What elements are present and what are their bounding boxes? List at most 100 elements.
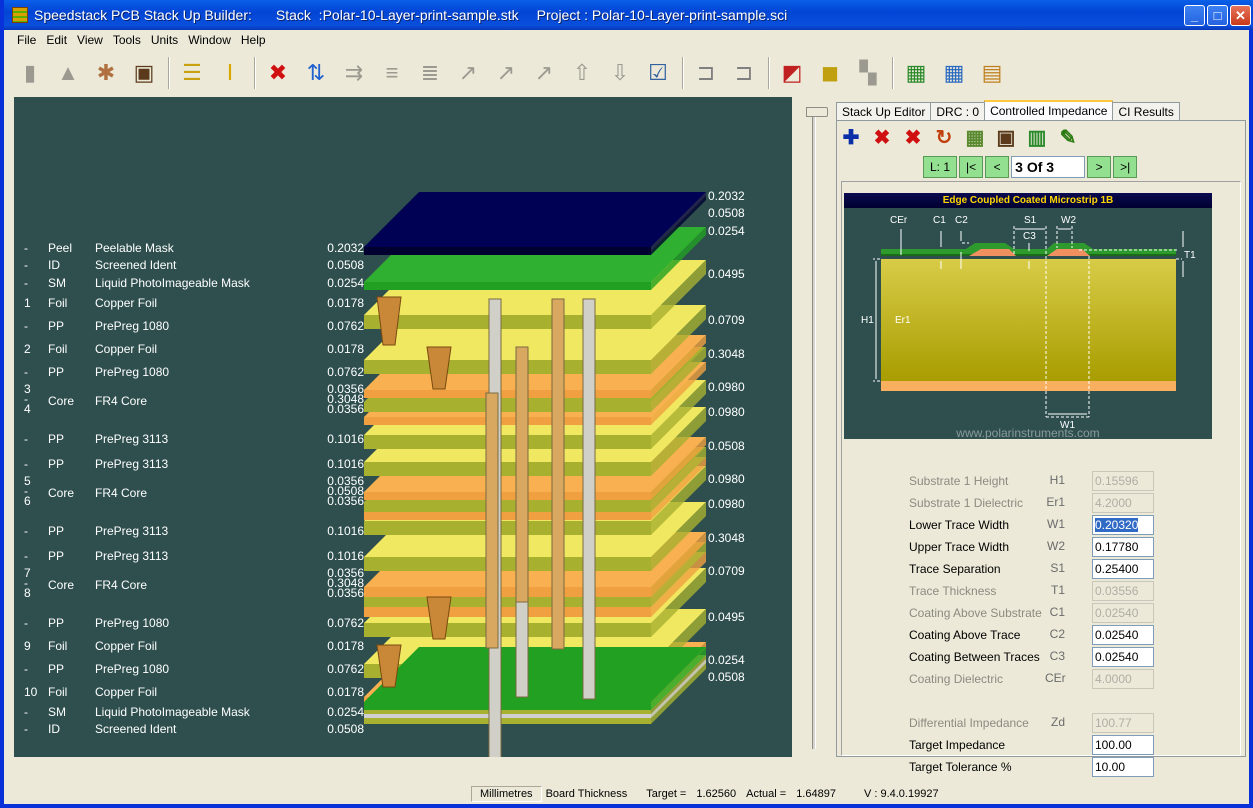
param-input[interactable]: 0.25400 <box>1092 559 1154 579</box>
menu-edit[interactable]: Edit <box>41 33 72 47</box>
layer-row[interactable]: - PP PrePreg 1080 0.0762 <box>14 365 374 379</box>
next-button[interactable]: > <box>1087 156 1112 178</box>
param-input[interactable]: 100.00 <box>1092 735 1154 755</box>
layer-shape-icon[interactable]: ≡ <box>376 57 408 89</box>
layer-row[interactable]: - ID Screened Ident 0.0508 <box>14 722 374 736</box>
layer-row-core[interactable]: 7-8 Core FR4 Core 0.0356 0.3048 0.0356 <box>14 567 374 604</box>
view-2d-icon[interactable]: ◩ <box>776 57 808 89</box>
layer-row[interactable]: - PP PrePreg 3113 0.1016 <box>14 524 374 538</box>
layer-row[interactable]: - Peel Peelable Mask 0.2032 <box>14 241 374 255</box>
close-button[interactable]: ✕ <box>1230 5 1251 26</box>
refresh-icon[interactable]: ↻ <box>932 125 956 149</box>
move-up-icon[interactable]: ⇧ <box>566 57 598 89</box>
vitruvian-man-icon[interactable]: ✱ <box>90 57 122 89</box>
menu-tools[interactable]: Tools <box>108 33 146 47</box>
tab-ci-results[interactable]: CI Results <box>1112 102 1180 122</box>
layer-thickness: 0.0762 <box>327 365 364 379</box>
param-input[interactable]: 10.00 <box>1092 757 1154 777</box>
move-down-icon[interactable]: ⇩ <box>604 57 636 89</box>
new-document-icon[interactable]: ▮ <box>14 57 46 89</box>
add-via-icon[interactable]: Ⅰ <box>214 57 246 89</box>
microvia <box>426 346 452 390</box>
frame-icon[interactable]: ▣ <box>994 125 1018 149</box>
menu-file[interactable]: File <box>12 33 41 47</box>
menu-view[interactable]: View <box>72 33 108 47</box>
menu-units[interactable]: Units <box>146 33 183 47</box>
layer-button[interactable]: L: 1 <box>923 156 958 178</box>
param-label: Trace Thickness <box>909 584 997 598</box>
arrow-diag2-icon[interactable]: ↗ <box>490 57 522 89</box>
layer-row[interactable]: - PP PrePreg 3113 0.1016 <box>14 457 374 471</box>
maximize-button[interactable]: □ <box>1207 5 1228 26</box>
param-input[interactable]: 0.02540 <box>1092 625 1154 645</box>
menu-window[interactable]: Window <box>183 33 236 47</box>
goal-seek-icon[interactable]: ▥ <box>1025 125 1049 149</box>
layer-row[interactable]: - PP PrePreg 3113 0.1016 <box>14 549 374 563</box>
layer-number: - <box>24 616 28 630</box>
layer-type: SM <box>48 705 66 719</box>
delete-icon[interactable]: ✖ <box>262 57 294 89</box>
param-input: 4.2000 <box>1092 493 1154 513</box>
param-row-c1: Coating Above Substrate C1 0.02540 <box>909 603 1239 623</box>
view-3d-icon[interactable]: ◼ <box>814 57 846 89</box>
clamp-compress-icon[interactable]: ⊐ <box>690 57 722 89</box>
calculate-icon[interactable]: ✎ <box>1056 125 1080 149</box>
units-indicator[interactable]: Millimetres <box>471 786 542 802</box>
layer-row-core[interactable]: 3-4 Core FR4 Core 0.0356 0.3048 0.0356 <box>14 383 374 420</box>
first-button[interactable]: |< <box>959 156 984 178</box>
tab-drc-0[interactable]: DRC : 0 <box>930 102 986 122</box>
microvia <box>426 596 452 640</box>
thickness-label: 0.2032 <box>708 189 745 203</box>
param-input[interactable]: 0.20320 <box>1092 515 1154 535</box>
stackup-view[interactable]: - Peel Peelable Mask 0.2032 - ID Screened Iden… <box>14 97 792 757</box>
delete-structure-icon[interactable]: ✖ <box>870 125 894 149</box>
clamp-expand-icon[interactable]: ⊐ <box>728 57 760 89</box>
w2-label: W2 <box>1061 215 1076 226</box>
param-symbol: C1 <box>1049 605 1065 619</box>
prev-button[interactable]: < <box>985 156 1010 178</box>
thickness-label: 0.3048 <box>708 347 745 361</box>
wizard-hat-icon[interactable]: ▲ <box>52 57 84 89</box>
layer-type: Core <box>48 578 75 592</box>
layer-type: PP <box>48 432 65 446</box>
puzzle-icon[interactable]: ▚ <box>852 57 884 89</box>
add-layer-icon[interactable]: ☰ <box>176 57 208 89</box>
layer-shape2-icon[interactable]: ≣ <box>414 57 446 89</box>
param-input[interactable]: 0.17780 <box>1092 537 1154 557</box>
spreadsheet-icon[interactable]: ▤ <box>976 57 1008 89</box>
arrow-diag3-icon[interactable]: ↗ <box>528 57 560 89</box>
splitter-thumb[interactable] <box>806 107 828 117</box>
param-input[interactable]: 0.02540 <box>1092 647 1154 667</box>
layer-row[interactable]: - PP PrePreg 3113 0.1016 <box>14 432 374 446</box>
tab-strip: Stack Up Editor DRC : 0 Controlled Impedan… <box>836 100 1180 122</box>
toolbar-separator <box>168 57 170 89</box>
layer-row[interactable]: - SM Liquid PhotoImageable Mask 0.0254 <box>14 276 374 290</box>
layer-row[interactable]: - PP PrePreg 1080 0.0762 <box>14 662 374 676</box>
swap-layers-icon[interactable]: ⇅ <box>300 57 332 89</box>
minimize-button[interactable]: _ <box>1184 5 1205 26</box>
structure-thumbnail-icon[interactable]: ▦ <box>963 125 987 149</box>
last-button[interactable]: >| <box>1113 156 1138 178</box>
layer-row[interactable]: 10 Foil Copper Foil 0.0178 <box>14 685 374 699</box>
structure-position-field[interactable]: 3 Of 3 <box>1011 156 1086 178</box>
tab-stack-up-editor[interactable]: Stack Up Editor <box>836 102 932 122</box>
splitter-track[interactable] <box>812 109 816 749</box>
export-report-icon[interactable]: ▦ <box>900 57 932 89</box>
delete-all-icon[interactable]: ✖ <box>901 125 925 149</box>
add-structure-icon[interactable]: ✚ <box>839 125 863 149</box>
checklist-icon[interactable]: ☑ <box>642 57 674 89</box>
layer-row[interactable]: 2 Foil Copper Foil 0.0178 <box>14 342 374 356</box>
layer-row-core[interactable]: 5-6 Core FR4 Core 0.0356 0.0508 0.0356 <box>14 475 374 512</box>
layer-row[interactable]: - PP PrePreg 1080 0.0762 <box>14 319 374 333</box>
layer-row[interactable]: - PP PrePreg 1080 0.0762 <box>14 616 374 630</box>
arrow-diag1-icon[interactable]: ↗ <box>452 57 484 89</box>
import-report-icon[interactable]: ▦ <box>938 57 970 89</box>
move-layer-icon[interactable]: ⇉ <box>338 57 370 89</box>
layer-row[interactable]: - SM Liquid PhotoImageable Mask 0.0254 <box>14 705 374 719</box>
layer-row[interactable]: 9 Foil Copper Foil 0.0178 <box>14 639 374 653</box>
frame-icon[interactable]: ▣ <box>128 57 160 89</box>
menu-help[interactable]: Help <box>236 33 271 47</box>
layer-row[interactable]: - ID Screened Ident 0.0508 <box>14 258 374 272</box>
tab-controlled-impedance[interactable]: Controlled Impedance <box>984 100 1114 122</box>
layer-row[interactable]: 1 Foil Copper Foil 0.0178 <box>14 296 374 310</box>
